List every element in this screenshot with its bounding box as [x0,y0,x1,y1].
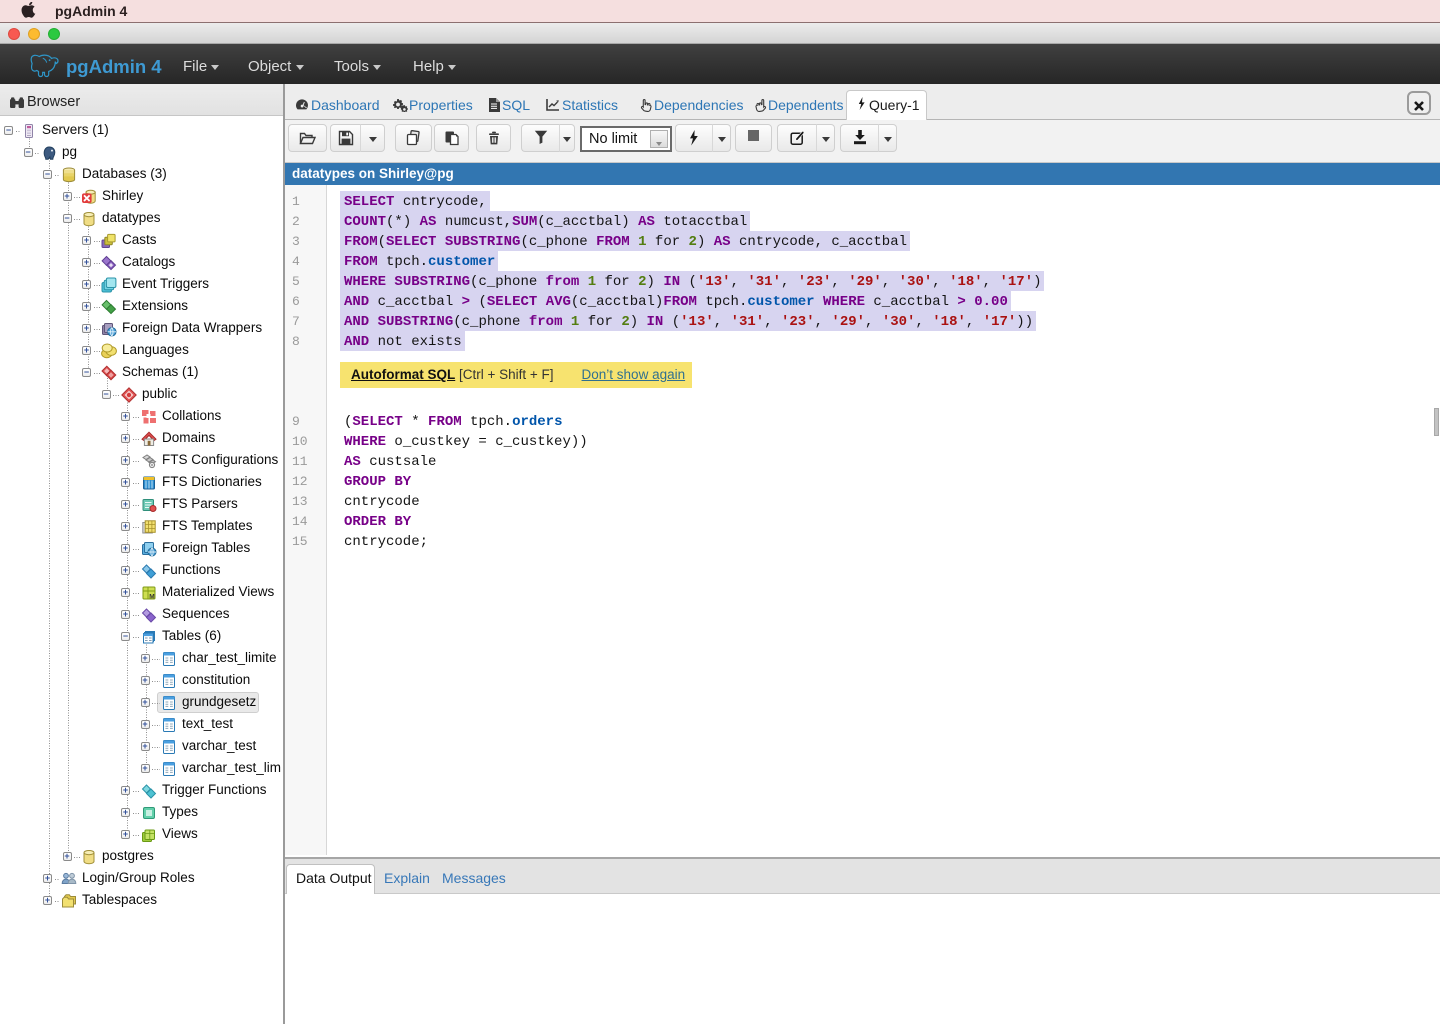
svg-text:M: M [149,593,154,600]
